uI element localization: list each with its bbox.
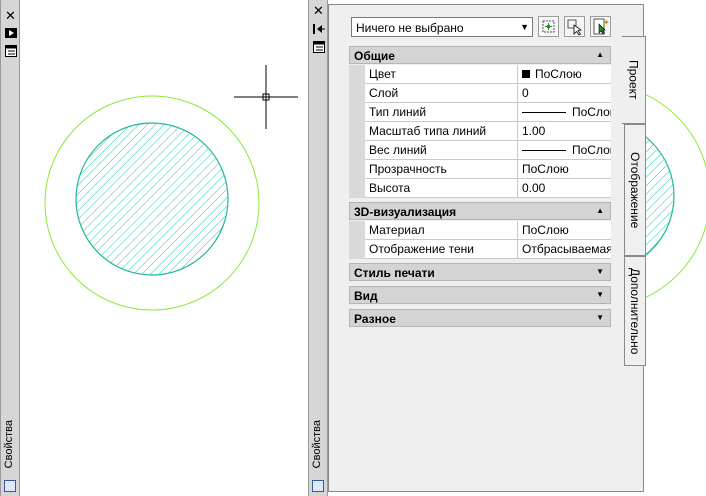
collapse-icon[interactable]: ▲ [596,206,604,215]
tab-display[interactable]: Отображение [624,124,646,256]
close-icon[interactable]: ✕ [312,4,325,17]
properties-icon[interactable] [4,480,16,492]
menu-icon[interactable] [312,41,325,54]
svg-text:✦: ✦ [603,18,610,27]
autohide-icon[interactable] [4,27,17,40]
expand-icon[interactable]: ▼ [596,290,604,299]
pickadd-button[interactable]: ✦ [590,16,611,37]
close-icon[interactable]: ✕ [4,9,17,22]
expand-icon[interactable]: ▼ [596,267,604,276]
quick-select-button[interactable] [538,16,559,37]
property-row-layer[interactable]: Слой 0 [349,84,611,103]
left-properties-strip: ✕ Свойства [0,0,20,496]
tab-extra[interactable]: Дополнительно [624,256,646,366]
dropdown-arrow-icon[interactable]: ▼ [520,22,529,32]
property-row-color[interactable]: Цвет ПоСлою [349,65,611,84]
select-objects-button[interactable] [564,16,585,37]
property-row-linetype-scale[interactable]: Масштаб типа линий 1.00 [349,122,611,141]
line-sample [522,112,566,113]
section-misc-header[interactable]: Разное ▼ [349,309,611,327]
property-row-height[interactable]: Высота 0.00 [349,179,611,198]
autohide-icon[interactable] [312,23,325,36]
expand-icon[interactable]: ▼ [596,313,604,322]
hatched-circle [75,122,229,276]
selection-dropdown[interactable]: Ничего не выбрано ▼ [351,17,533,37]
color-swatch [522,70,530,78]
section-plot-style-header[interactable]: Стиль печати ▼ [349,263,611,281]
section-general-header[interactable]: Общие ▲ [349,46,611,64]
selection-dropdown-value: Ничего не выбрано [356,21,464,35]
panel-properties-strip: ✕ Свойства [308,0,328,496]
tab-project[interactable]: Проект [622,36,646,124]
collapse-icon[interactable]: ▲ [596,50,604,59]
strip-title: Свойства [311,419,323,468]
properties-icon[interactable] [312,480,324,492]
property-row-shadow-display[interactable]: Отображение тени Отбрасываемая и... [349,240,611,259]
section-view-header[interactable]: Вид ▼ [349,286,611,304]
section-3d-viz-header[interactable]: 3D-визуализация ▲ [349,202,611,220]
menu-icon[interactable] [4,45,17,58]
line-sample [522,150,566,151]
property-row-lineweight[interactable]: Вес линий ПоСлою [349,141,611,160]
strip-title: Свойства [3,419,15,468]
property-row-material[interactable]: Материал ПоСлою [349,221,611,240]
properties-panel: Ничего не выбрано ▼ ✦ Общие ▲ Цвет ПоСло… [328,4,644,492]
property-row-linetype[interactable]: Тип линий ПоСлою [349,103,611,122]
crosshair-cursor-icon [234,65,298,129]
property-row-transparency[interactable]: Прозрачность ПоСлою [349,160,611,179]
